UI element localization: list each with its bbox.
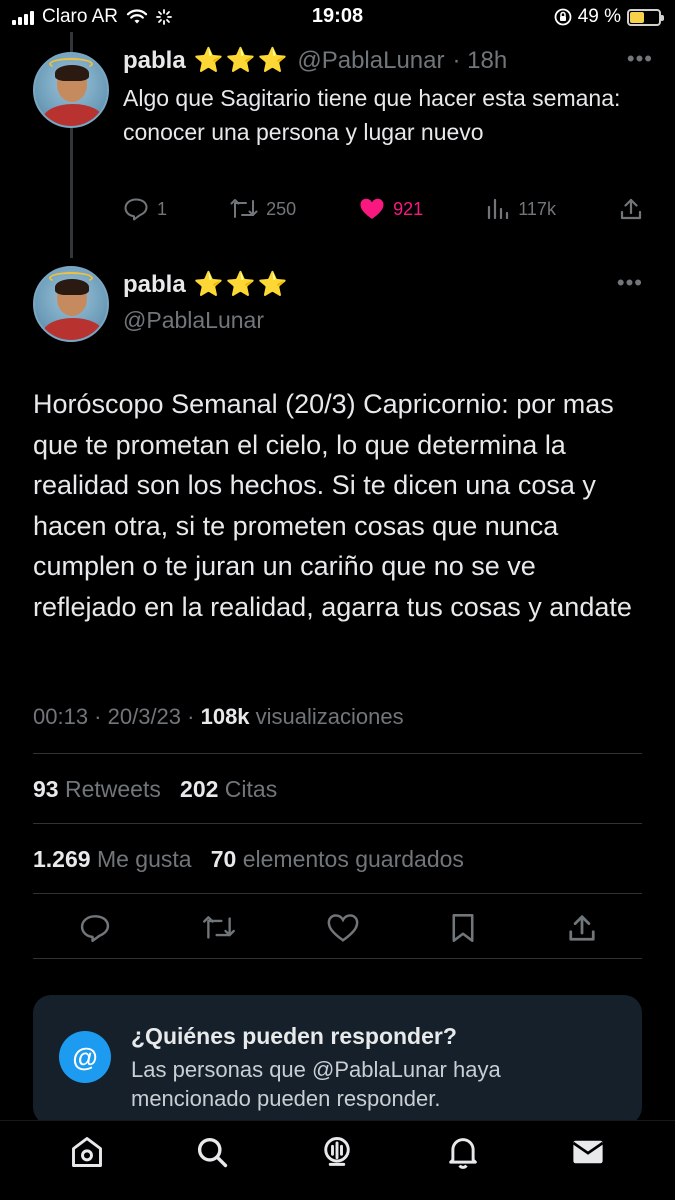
quotes-link[interactable]: 202 Citas: [180, 776, 277, 802]
retweet-stats: 93 Retweets 202 Citas: [33, 776, 277, 803]
heart-icon[interactable]: [327, 913, 359, 943]
views-button[interactable]: 117k: [486, 197, 556, 221]
reply-restriction-card: @ ¿Quiénes pueden responder? Las persona…: [33, 995, 642, 1125]
main-tweet-header: pabla ⭐⭐⭐ @PablaLunar •••: [123, 270, 643, 334]
thread-line-top: [70, 32, 73, 52]
views-count: 117k: [518, 198, 556, 219]
likes-label: Me gusta: [96, 846, 192, 872]
star-badge: ⭐⭐⭐: [193, 47, 290, 74]
share-icon: [620, 198, 642, 220]
user-handle[interactable]: @PablaLunar: [123, 307, 643, 334]
main-tweet-text: Horóscopo Semanal (20/3) Capricornio: po…: [33, 389, 632, 622]
bookmarks-label: elementos guardados: [242, 846, 464, 872]
retweets-link[interactable]: 93 Retweets: [33, 776, 161, 802]
tweet-header: pabla ⭐⭐⭐ @PablaLunar · 18h: [123, 46, 653, 75]
heart-filled-icon: [360, 198, 384, 219]
tweet-date: 20/3/23: [107, 704, 182, 729]
more-options-icon[interactable]: •••: [627, 46, 653, 72]
quotes-total: 202: [180, 776, 219, 802]
like-stats: 1.269 Me gusta 70 elementos guardados: [33, 846, 464, 873]
reply-card-title: ¿Quiénes pueden responder?: [131, 1023, 457, 1049]
likes-total: 1.269: [33, 846, 91, 872]
bookmarks-link[interactable]: 70 elementos guardados: [211, 846, 464, 872]
reply-icon: [124, 198, 148, 221]
tweet-age: · 18h: [452, 46, 508, 74]
bookmarks-total: 70: [210, 846, 237, 872]
reply-count: 1: [157, 198, 168, 219]
user-handle[interactable]: @PablaLunar: [297, 47, 444, 75]
status-right: 49 %: [554, 6, 664, 28]
bottom-nav: [0, 1120, 675, 1200]
display-name[interactable]: pabla: [123, 271, 186, 299]
spaces-icon[interactable]: [319, 1134, 355, 1175]
bookmark-icon[interactable]: [450, 913, 476, 943]
notifications-icon[interactable]: [445, 1134, 481, 1175]
parent-tweet[interactable]: pabla ⭐⭐⭐ @PablaLunar · 18h ••• Algo que…: [123, 46, 653, 149]
views-total: 108k: [200, 704, 250, 729]
avatar[interactable]: [33, 52, 109, 128]
reply-card-body: Las personas que @PablaLunar haya mencio…: [131, 1057, 501, 1111]
quotes-label: Citas: [224, 776, 278, 802]
display-name[interactable]: pabla: [123, 47, 186, 75]
retweet-icon[interactable]: [202, 915, 236, 941]
star-badge: ⭐⭐⭐: [193, 271, 290, 298]
battery-icon: [627, 8, 664, 26]
divider: [33, 958, 642, 959]
retweet-icon: [230, 199, 258, 218]
battery-percent: 49 %: [577, 6, 621, 27]
orientation-lock-icon: [554, 8, 572, 26]
retweets-total: 93: [33, 776, 59, 802]
thread-line: [70, 128, 73, 258]
divider: [33, 893, 642, 894]
divider: [33, 753, 642, 754]
home-icon[interactable]: [69, 1134, 105, 1175]
tweet-time: 00:13: [33, 704, 89, 729]
tweet-text: Algo que Sagitario tiene que hacer esta …: [123, 85, 621, 145]
parent-tweet-actions: 1 250 921 117k: [123, 194, 643, 224]
messages-icon[interactable]: [570, 1134, 606, 1175]
tweet-meta: 00:13 · 20/3/23 · 108k visualizaciones: [33, 704, 404, 729]
reply-button[interactable]: 1: [123, 197, 167, 221]
views-icon: [488, 198, 509, 220]
share-icon[interactable]: [567, 913, 597, 943]
share-button[interactable]: [619, 197, 643, 221]
more-options-icon[interactable]: •••: [617, 270, 643, 296]
search-icon[interactable]: [194, 1134, 230, 1175]
retweet-count: 250: [266, 198, 297, 219]
like-count: 921: [393, 198, 424, 219]
mention-icon: @: [59, 1031, 111, 1083]
retweet-button[interactable]: 250: [230, 198, 296, 220]
retweets-label: Retweets: [64, 776, 161, 802]
avatar[interactable]: [33, 266, 109, 342]
views-label: visualizaciones: [255, 704, 404, 729]
divider: [33, 823, 642, 824]
like-button[interactable]: 921: [359, 197, 423, 221]
reply-icon[interactable]: [79, 913, 111, 943]
main-tweet-actions: [33, 908, 642, 948]
status-bar: Claro AR 19:08 49 %: [0, 0, 675, 36]
likes-link[interactable]: 1.269 Me gusta: [33, 846, 192, 872]
